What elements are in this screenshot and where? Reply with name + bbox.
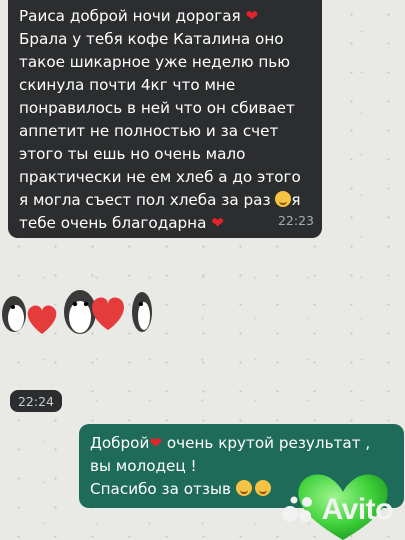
incoming-message-bubble[interactable]: Раиса доброй ночи дорогая ❤ Брала у тебя… [8,0,322,238]
message-line: такое шикарное уже неделю пью [19,53,291,71]
avito-logo-icon [281,496,312,522]
message-line: Брала у тебя кофе Каталина оно [19,30,284,48]
penguin-icon [132,292,152,332]
message-line: я могла съест пол хлеба за раз я [19,191,301,209]
message-time: 22:23 [277,213,314,228]
penguin-icon [64,290,96,334]
message-line: понравилось в ней что он сбивает [19,99,295,117]
penguin-icon [2,296,26,332]
red-heart-icon: ❤ [149,434,163,452]
message-line: аппетит не полностью и за счет [19,122,279,140]
smiling-face-hearts-icon [254,480,271,496]
heart-icon [27,305,57,334]
happy-face-icon [275,191,292,207]
message-line: тебе очень благодарна ❤ [19,214,224,232]
red-heart-icon: ❤ [245,7,259,25]
red-heart-icon: ❤ [211,214,224,232]
avito-brand-text: Avito [321,493,394,526]
avito-watermark: Avito [280,486,394,534]
message-line: скинула почти 4кг что мне [19,76,236,94]
heart-icon [92,297,124,330]
message-line: Раиса доброй ночи дорогая ❤ [19,7,259,25]
message-line: Доброй❤ очень крутой результат , [90,434,371,452]
sticker-time: 22:24 [10,390,62,412]
smiling-face-hearts-icon [235,480,252,496]
message-line: практически не ем хлеб а до этого [19,168,301,186]
message-line: этого ты ешь но очень мало [19,145,246,163]
penguin-heart-sticker[interactable] [0,284,160,340]
